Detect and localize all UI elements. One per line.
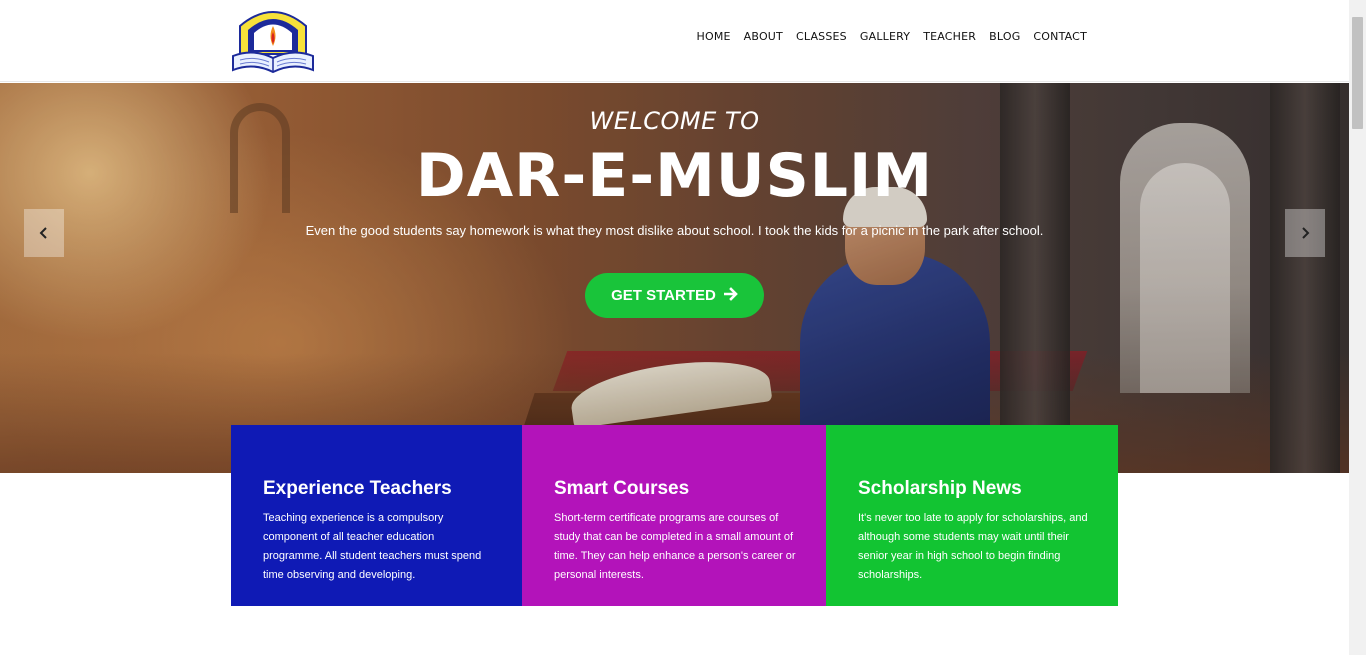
get-started-button[interactable]: GET STARTED [585, 273, 764, 318]
hero-welcome-text: WELCOME TO [589, 107, 760, 135]
nav-blog[interactable]: BLOG [989, 30, 1020, 43]
arrow-right-icon [723, 286, 738, 305]
nav-about[interactable]: ABOUT [744, 30, 783, 43]
feature-card-title: Scholarship News [858, 478, 1022, 499]
nav-gallery[interactable]: GALLERY [860, 30, 910, 43]
logo-emblem-icon [232, 11, 314, 74]
feature-card-text: Teaching experience is a compulsory comp… [263, 512, 482, 581]
feature-card-courses: Smart Courses Short-term certificate pro… [522, 425, 826, 606]
page: HOME ABOUT CLASSES GALLERY TEACHER BLOG … [0, 0, 1366, 655]
slider-next-button[interactable] [1285, 209, 1325, 257]
nav-classes[interactable]: CLASSES [796, 30, 847, 43]
scrollbar-thumb[interactable] [1352, 17, 1363, 129]
hero-subtitle: Even the good students say homework is w… [305, 223, 1044, 238]
feature-card-teachers: Experience Teachers Teaching experience … [231, 425, 522, 606]
feature-card-text: It's never too late to apply for scholar… [858, 512, 1088, 581]
feature-card-scholarship: Scholarship News It's never too late to … [826, 425, 1118, 606]
hero-title: DAR-E-MUSLIM [415, 141, 934, 211]
feature-card-title: Experience Teachers [263, 478, 452, 499]
feature-card-text: Short-term certificate programs are cour… [554, 512, 796, 581]
page-scrollbar[interactable] [1349, 0, 1366, 655]
nav-contact[interactable]: CONTACT [1033, 30, 1087, 43]
site-header: HOME ABOUT CLASSES GALLERY TEACHER BLOG … [0, 0, 1349, 82]
chevron-left-icon [39, 227, 47, 239]
main-nav: HOME ABOUT CLASSES GALLERY TEACHER BLOG … [697, 30, 1088, 43]
chevron-right-icon [1302, 227, 1310, 239]
nav-teacher[interactable]: TEACHER [923, 30, 976, 43]
hero-slider: WELCOME TO DAR-E-MUSLIM Even the good st… [0, 83, 1349, 473]
feature-card-title: Smart Courses [554, 478, 690, 499]
nav-home[interactable]: HOME [697, 30, 731, 43]
feature-cards: Experience Teachers Teaching experience … [231, 425, 1118, 606]
slider-prev-button[interactable] [24, 209, 64, 257]
get-started-label: GET STARTED [611, 287, 716, 304]
site-logo[interactable] [230, 4, 316, 76]
